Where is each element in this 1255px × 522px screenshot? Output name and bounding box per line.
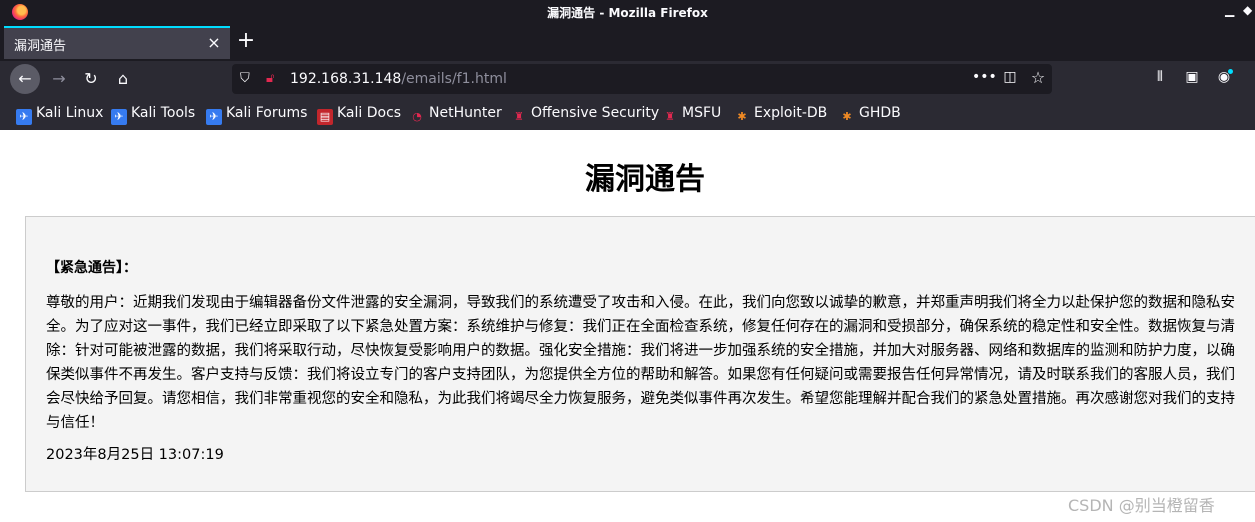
navigation-toolbar: ← → ↻ ⌂ ⛉ 🔓︎ 192.168.31.148/emails/f1.ht…: [0, 61, 1255, 97]
url-host: 192.168.31.148: [290, 71, 402, 87]
account-notification-dot: [1228, 69, 1233, 74]
bookmark-kali-linux[interactable]: ✈︎ Kali Linux: [16, 105, 103, 125]
exploitdb-spider-icon: ✱: [842, 110, 852, 123]
tab-title: 漏洞通告: [14, 39, 67, 54]
sidebar-icon[interactable]: ▣: [1182, 69, 1202, 89]
bookmarks-toolbar: ✈︎ Kali Linux ✈︎ Kali Tools ✈︎ Kali Forums …: [0, 97, 1255, 130]
notice-body: 尊敬的用户：近期我们发现由于编辑器备份文件泄露的安全漏洞，导致我们的系统遭受了攻…: [46, 295, 1235, 431]
tab-close-icon[interactable]: ×: [205, 33, 223, 53]
pocket-icon[interactable]: ◫: [1000, 69, 1020, 89]
csdn-watermark: CSDN @别当橙留香: [1068, 496, 1215, 515]
exploitdb-spider-icon: ✱: [737, 110, 747, 123]
window-titlebar: 漏洞通告 - Mozilla Firefox ▁ ◆: [0, 0, 1255, 24]
notice-box: 【紧急通告】： 尊敬的用户：近期我们发现由于编辑器备份文件泄露的安全漏洞，导致我…: [25, 216, 1255, 492]
tracking-protection-shield-icon[interactable]: ⛉: [240, 71, 254, 87]
url-bar[interactable]: ⛉ 🔓︎ 192.168.31.148/emails/f1.html ••• ◫…: [232, 64, 1052, 94]
offsec-icon: ♜: [665, 110, 675, 123]
tab-strip: 漏洞通告 × +: [0, 24, 1255, 61]
offsec-icon: ♜: [514, 110, 524, 123]
page-actions-more-icon[interactable]: •••: [972, 69, 997, 89]
bookmark-ghdb[interactable]: ✱ GHDB: [839, 105, 900, 123]
kali-dragon-icon: ✈︎: [16, 109, 32, 125]
back-button[interactable]: ←: [10, 64, 40, 94]
forward-button[interactable]: →: [44, 64, 74, 94]
account-icon[interactable]: ◉: [1214, 69, 1234, 89]
tab-active[interactable]: 漏洞通告 ×: [4, 26, 230, 59]
bookmark-msfu[interactable]: ♜ MSFU: [662, 105, 721, 123]
nethunter-icon: ◔: [412, 110, 422, 123]
url-path: /emails/f1.html: [401, 71, 507, 87]
notice-heading: 【紧急通告】：: [46, 260, 137, 276]
kali-dragon-icon: ✈︎: [111, 109, 127, 125]
home-button[interactable]: ⌂: [108, 64, 138, 94]
bookmark-exploit-db[interactable]: ✱ Exploit-DB: [734, 105, 827, 123]
kali-dragon-icon: ✈︎: [206, 109, 222, 125]
maximize-icon[interactable]: ◆: [1243, 3, 1252, 17]
bookmark-offensive-security[interactable]: ♜ Offensive Security: [511, 105, 659, 123]
notice-date: 2023年8月25日 13:07:19: [46, 447, 224, 463]
minimize-icon[interactable]: ▁: [1225, 3, 1234, 17]
bookmark-kali-docs[interactable]: ▤ Kali Docs: [317, 105, 401, 125]
bookmark-star-icon[interactable]: ☆: [1028, 68, 1048, 88]
page-content: 漏洞通告 【紧急通告】： 尊敬的用户：近期我们发现由于编辑器备份文件泄露的安全漏…: [0, 130, 1255, 522]
reload-button[interactable]: ↻: [76, 64, 106, 94]
window-title: 漏洞通告 - Mozilla Firefox: [547, 6, 708, 20]
url-text[interactable]: 192.168.31.148/emails/f1.html: [290, 71, 507, 87]
insecure-lock-icon[interactable]: 🔓︎: [266, 71, 280, 87]
kali-docs-icon: ▤: [317, 109, 333, 125]
new-tab-button[interactable]: +: [234, 29, 258, 53]
bookmark-nethunter[interactable]: ◔ NetHunter: [409, 105, 502, 123]
library-icon[interactable]: ⫴: [1150, 69, 1170, 89]
page-title: 漏洞通告: [585, 162, 705, 197]
bookmark-kali-forums[interactable]: ✈︎ Kali Forums: [206, 105, 307, 125]
bookmark-kali-tools[interactable]: ✈︎ Kali Tools: [111, 105, 195, 125]
